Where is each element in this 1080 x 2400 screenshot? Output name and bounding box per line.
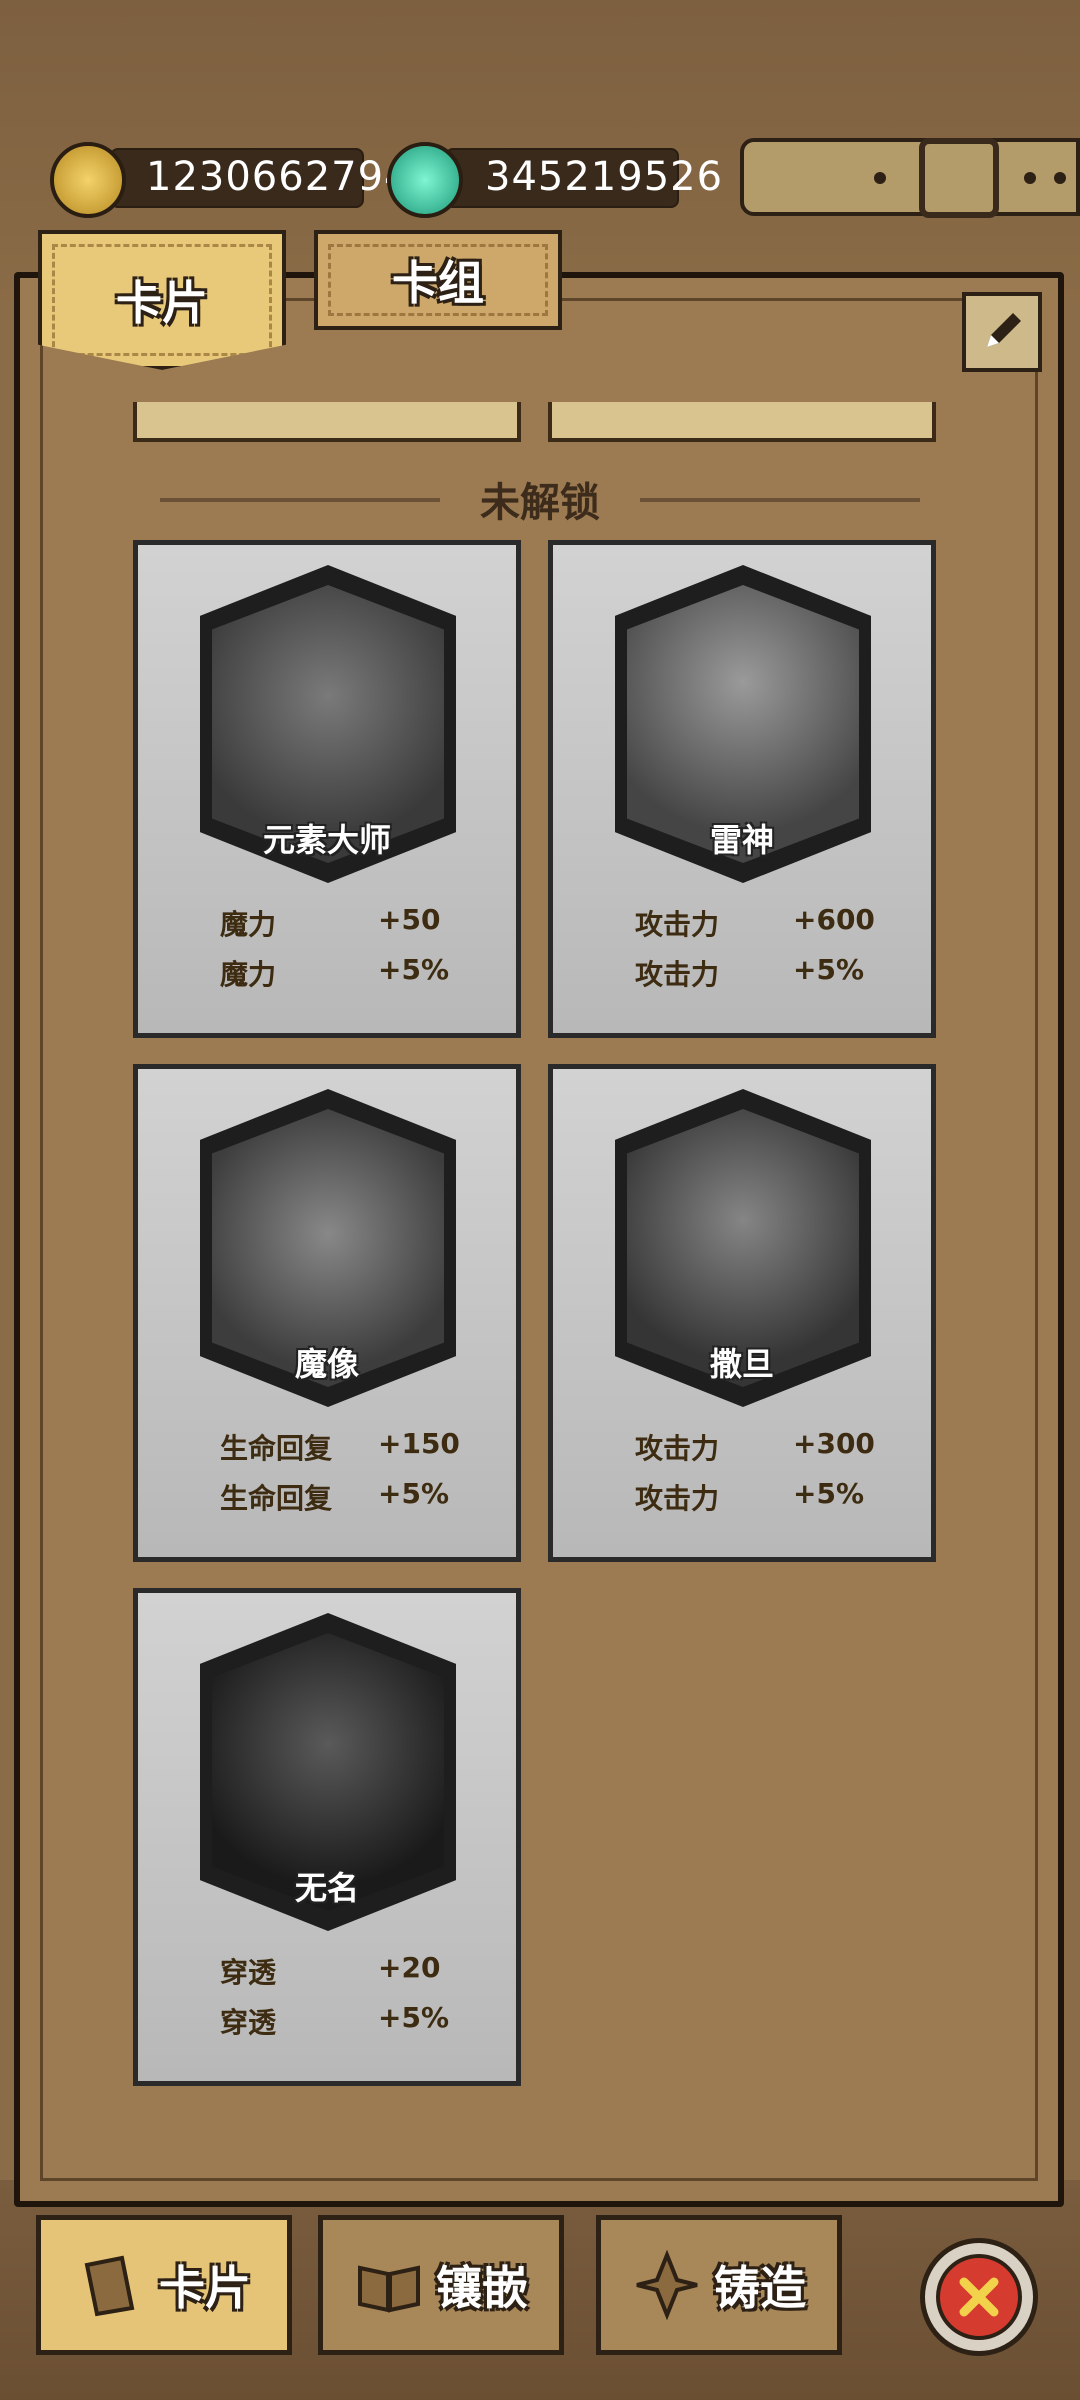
stat-label: 生命回复	[220, 1432, 333, 1465]
stat-value: +600	[793, 903, 875, 936]
card-strip-left	[133, 402, 521, 442]
stat-label: 魔力	[220, 908, 277, 941]
tab-cards-label: 卡片	[116, 276, 208, 330]
nav-forge-button[interactable]: 铸造	[596, 2215, 842, 2355]
nav-forge-label: 铸造	[714, 2261, 806, 2315]
stat-value: +150	[378, 1427, 460, 1460]
card-name: 雷神	[709, 821, 774, 859]
card-item[interactable]: 撒旦 攻击力 +300 攻击力 +5%	[548, 1064, 936, 1562]
stat-label: 攻击力	[635, 1432, 720, 1465]
forge-icon	[636, 2250, 698, 2320]
tab-cards[interactable]: 卡片	[38, 230, 286, 370]
tab-deck[interactable]: 卡组	[314, 230, 562, 330]
gem-value: 345219526	[485, 154, 724, 200]
card-name: 无名	[294, 1869, 359, 1907]
card-name: 魔像	[294, 1345, 359, 1383]
gold-value: 1230662794	[146, 154, 411, 200]
cards-icon	[84, 2255, 135, 2317]
close-icon	[959, 2277, 999, 2317]
stat-value: +5%	[378, 1477, 449, 1510]
belt-buckle-icon	[919, 138, 999, 218]
card-name: 元素大师	[262, 821, 391, 859]
stat-value: +300	[793, 1427, 875, 1460]
close-button[interactable]	[920, 2238, 1038, 2356]
nav-inlay-button[interactable]: 镶嵌	[318, 2215, 564, 2355]
stat-label: 攻击力	[635, 1482, 720, 1515]
edit-button[interactable]	[962, 292, 1042, 372]
book-icon	[358, 2265, 420, 2313]
section-title: 未解锁	[480, 480, 600, 526]
stat-value: +20	[378, 1951, 441, 1984]
nav-cards-label: 卡片	[159, 2261, 251, 2315]
stat-label: 穿透	[220, 1956, 277, 1989]
gold-coin-icon	[50, 142, 126, 218]
stat-label: 攻击力	[635, 958, 720, 991]
stat-label: 攻击力	[635, 908, 720, 941]
stat-value: +5%	[793, 953, 864, 986]
pencil-icon	[987, 313, 1021, 347]
stat-label: 魔力	[220, 958, 277, 991]
stat-value: +5%	[378, 2001, 449, 2034]
nav-inlay-label: 镶嵌	[436, 2261, 528, 2315]
card-item[interactable]: 元素大师 魔力 +50 魔力 +5%	[133, 540, 521, 1038]
stat-label: 生命回复	[220, 1482, 333, 1515]
card-strip-right	[548, 402, 936, 442]
stat-label: 穿透	[220, 2006, 277, 2039]
card-name: 撒旦	[709, 1345, 774, 1383]
tab-deck-label: 卡组	[392, 256, 484, 310]
stat-value: +50	[378, 903, 441, 936]
green-gem-icon	[387, 142, 463, 218]
card-item[interactable]: 雷神 攻击力 +600 攻击力 +5%	[548, 540, 936, 1038]
nav-cards-button[interactable]: 卡片	[36, 2215, 292, 2355]
belt-decoration	[740, 138, 1080, 218]
stat-value: +5%	[378, 953, 449, 986]
card-item[interactable]: 无名 穿透 +20 穿透 +5%	[133, 1588, 521, 2086]
stat-value: +5%	[793, 1477, 864, 1510]
card-item[interactable]: 魔像 生命回复 +150 生命回复 +5%	[133, 1064, 521, 1562]
